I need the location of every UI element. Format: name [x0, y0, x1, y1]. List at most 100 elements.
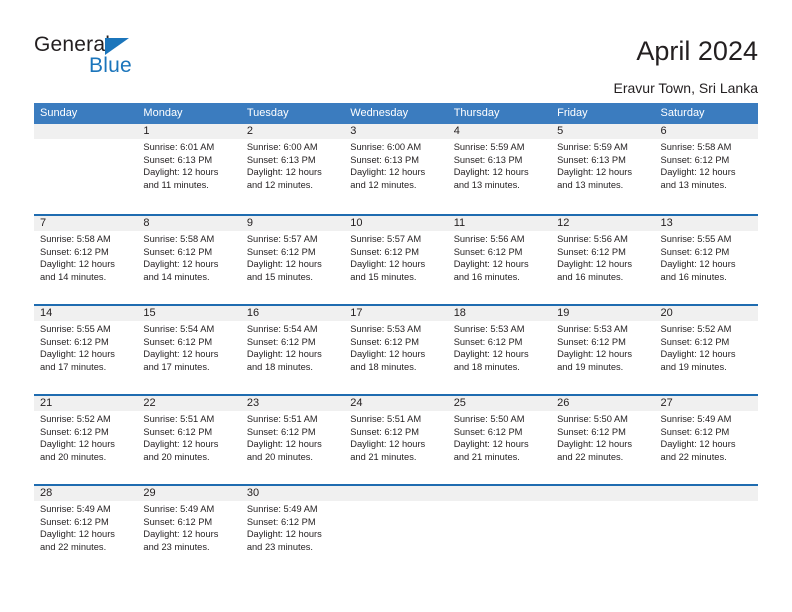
calendar-day-cell[interactable]: 8 Sunrise: 5:58 AM Sunset: 6:12 PM Daylight… [137, 214, 241, 304]
day-details: Sunrise: 6:00 AM Sunset: 6:13 PM Daylight:… [344, 139, 447, 191]
weekday-header-thursday: Thursday [453, 107, 500, 119]
sunrise-text: Sunrise: 5:53 AM [453, 324, 525, 334]
calendar-day-cell[interactable]: 11 Sunrise: 5:56 AM Sunset: 6:12 PM Dayligh… [447, 214, 552, 304]
sunset-text: Sunset: 6:12 PM [453, 336, 523, 347]
calendar-day-cell[interactable]: 5 Sunrise: 5:59 AM Sunset: 6:13 PM Daylight… [551, 124, 655, 214]
sunrise-text: Sunrise: 5:59 AM [453, 142, 525, 152]
day-number: 22 [137, 396, 241, 411]
sunrise-text: Sunrise: 5:58 AM [40, 234, 111, 244]
day-number: 27 [654, 396, 758, 411]
sunset-text: Sunset: 6:12 PM [557, 426, 626, 437]
calendar-page: General Blue April 2024 Eravur Town, Sri… [0, 0, 792, 612]
calendar-day-cell[interactable]: 6 Sunrise: 5:58 AM Sunset: 6:12 PM Daylight… [654, 124, 758, 214]
daylight-text-line2: and 12 minutes. [350, 179, 417, 190]
calendar-day-cell[interactable]: 26 Sunrise: 5:50 AM Sunset: 6:12 PM Dayligh… [551, 394, 655, 484]
daylight-text-line1: Daylight: 12 hours [246, 439, 322, 450]
sunrise-text: Sunrise: 5:55 AM [660, 234, 732, 244]
calendar-day-cell[interactable]: 3 Sunrise: 6:00 AM Sunset: 6:13 PM Daylight… [344, 124, 448, 214]
calendar-day-cell[interactable]: 12 Sunrise: 5:56 AM Sunset: 6:12 PM Dayligh… [551, 214, 655, 304]
calendar-day-cell[interactable]: 27 Sunrise: 5:49 AM Sunset: 6:12 PM Dayligh… [654, 394, 758, 484]
day-number: 15 [137, 306, 241, 321]
calendar-day-cell[interactable]: 18 Sunrise: 5:53 AM Sunset: 6:12 PM Dayligh… [447, 304, 552, 394]
sunset-text: Sunset: 6:12 PM [143, 426, 213, 437]
sunset-text: Sunset: 6:12 PM [557, 336, 626, 347]
sunrise-text: Sunrise: 5:51 AM [350, 414, 422, 424]
daylight-text-line1: Daylight: 12 hours [246, 349, 322, 360]
calendar-day-cell[interactable]: 2 Sunrise: 6:00 AM Sunset: 6:13 PM Daylight… [240, 124, 345, 214]
day-details: Sunrise: 6:01 AM Sunset: 6:13 PM Daylight:… [137, 139, 240, 191]
calendar-day-cell[interactable]: 19 Sunrise: 5:53 AM Sunset: 6:12 PM Dayligh… [551, 304, 655, 394]
day-number: 13 [654, 216, 758, 231]
generalblue-logo[interactable]: General Blue [34, 33, 234, 83]
daylight-text-line2: and 18 minutes. [246, 361, 313, 372]
calendar-day-cell[interactable]: 28 Sunrise: 5:49 AM Sunset: 6:12 PM Dayligh… [34, 484, 138, 574]
day-number: 19 [551, 306, 655, 321]
calendar-day-cell[interactable]: 24 Sunrise: 5:51 AM Sunset: 6:12 PM Dayligh… [344, 394, 448, 484]
calendar-day-cell[interactable]: 1 Sunrise: 6:01 AM Sunset: 6:13 PM Daylight… [137, 124, 241, 214]
daylight-text-line1: Daylight: 12 hours [350, 349, 426, 360]
day-number [447, 486, 552, 501]
daylight-text-line2: and 18 minutes. [453, 361, 520, 372]
day-details: Sunrise: 5:49 AM Sunset: 6:12 PM Daylight:… [137, 501, 240, 553]
daylight-text-line2: and 14 minutes. [40, 271, 107, 282]
calendar-day-cell-empty [551, 484, 655, 574]
day-details: Sunrise: 5:51 AM Sunset: 6:12 PM Daylight:… [137, 411, 240, 463]
sunrise-text: Sunrise: 5:49 AM [660, 414, 732, 424]
day-number: 2 [240, 124, 345, 139]
day-number: 23 [240, 396, 345, 411]
calendar-day-cell[interactable]: 10 Sunrise: 5:57 AM Sunset: 6:12 PM Dayligh… [344, 214, 448, 304]
daylight-text-line2: and 16 minutes. [453, 271, 520, 282]
day-details: Sunrise: 5:50 AM Sunset: 6:12 PM Daylight:… [448, 411, 551, 463]
calendar-day-cell[interactable]: 7 Sunrise: 5:58 AM Sunset: 6:12 PM Daylight… [34, 214, 138, 304]
calendar-day-cell[interactable]: 29 Sunrise: 5:49 AM Sunset: 6:12 PM Dayligh… [137, 484, 241, 574]
daylight-text-line1: Daylight: 12 hours [143, 167, 219, 178]
calendar-week-row: 7 Sunrise: 5:58 AM Sunset: 6:12 PM Daylight… [34, 214, 758, 304]
sunset-text: Sunset: 6:12 PM [40, 516, 109, 527]
calendar-day-cell[interactable]: 30 Sunrise: 5:49 AM Sunset: 6:12 PM Dayligh… [240, 484, 345, 574]
day-number: 26 [551, 396, 655, 411]
page-subtitle-location: Eravur Town, Sri Lanka [613, 80, 758, 96]
day-number: 7 [34, 216, 138, 231]
day-number: 28 [34, 486, 138, 501]
sunset-text: Sunset: 6:12 PM [40, 336, 109, 347]
sunset-text: Sunset: 6:12 PM [143, 246, 213, 257]
calendar-day-cell[interactable]: 20 Sunrise: 5:52 AM Sunset: 6:12 PM Dayligh… [654, 304, 758, 394]
day-details: Sunrise: 5:49 AM Sunset: 6:12 PM Daylight:… [241, 501, 344, 553]
sunrise-text: Sunrise: 5:51 AM [246, 414, 318, 424]
calendar-day-cell[interactable]: 21 Sunrise: 5:52 AM Sunset: 6:12 PM Dayligh… [34, 394, 138, 484]
daylight-text-line2: and 20 minutes. [246, 451, 313, 462]
sunrise-text: Sunrise: 5:49 AM [246, 504, 318, 514]
calendar-day-cell[interactable]: 13 Sunrise: 5:55 AM Sunset: 6:12 PM Dayligh… [654, 214, 758, 304]
sunset-text: Sunset: 6:13 PM [143, 154, 213, 165]
day-details: Sunrise: 5:50 AM Sunset: 6:12 PM Daylight:… [551, 411, 654, 463]
day-details: Sunrise: 5:49 AM Sunset: 6:12 PM Daylight:… [34, 501, 137, 553]
calendar-day-cell[interactable]: 23 Sunrise: 5:51 AM Sunset: 6:12 PM Dayligh… [240, 394, 345, 484]
weekday-header-friday: Friday [557, 107, 588, 119]
day-number: 18 [447, 306, 552, 321]
day-details: Sunrise: 5:53 AM Sunset: 6:12 PM Daylight:… [448, 321, 551, 373]
sunset-text: Sunset: 6:12 PM [246, 336, 316, 347]
day-number: 20 [654, 306, 758, 321]
day-number [654, 486, 758, 501]
calendar-day-cell[interactable]: 9 Sunrise: 5:57 AM Sunset: 6:12 PM Daylight… [240, 214, 345, 304]
calendar-day-cell[interactable]: 17 Sunrise: 5:53 AM Sunset: 6:12 PM Dayligh… [344, 304, 448, 394]
daylight-text-line1: Daylight: 12 hours [557, 349, 633, 360]
day-number: 21 [34, 396, 138, 411]
sunrise-text: Sunrise: 6:00 AM [246, 142, 318, 152]
calendar-day-cell[interactable]: 22 Sunrise: 5:51 AM Sunset: 6:12 PM Dayligh… [137, 394, 241, 484]
calendar-day-cell[interactable]: 14 Sunrise: 5:55 AM Sunset: 6:12 PM Dayligh… [34, 304, 138, 394]
calendar-day-cell[interactable]: 25 Sunrise: 5:50 AM Sunset: 6:12 PM Dayligh… [447, 394, 552, 484]
day-number: 16 [240, 306, 345, 321]
sunset-text: Sunset: 6:12 PM [350, 246, 419, 257]
calendar-day-cell[interactable]: 15 Sunrise: 5:54 AM Sunset: 6:12 PM Dayligh… [137, 304, 241, 394]
day-details: Sunrise: 5:51 AM Sunset: 6:12 PM Daylight:… [241, 411, 344, 463]
sunset-text: Sunset: 6:12 PM [453, 246, 523, 257]
sunset-text: Sunset: 6:12 PM [660, 154, 730, 165]
calendar-day-cell[interactable]: 4 Sunrise: 5:59 AM Sunset: 6:13 PM Daylight… [447, 124, 552, 214]
calendar-day-cell[interactable]: 16 Sunrise: 5:54 AM Sunset: 6:12 PM Dayligh… [240, 304, 345, 394]
sunset-text: Sunset: 6:12 PM [660, 246, 730, 257]
sunset-text: Sunset: 6:12 PM [350, 336, 419, 347]
daylight-text-line1: Daylight: 12 hours [453, 167, 529, 178]
day-details: Sunrise: 5:57 AM Sunset: 6:12 PM Daylight:… [344, 231, 447, 283]
sunrise-text: Sunrise: 5:50 AM [557, 414, 628, 424]
